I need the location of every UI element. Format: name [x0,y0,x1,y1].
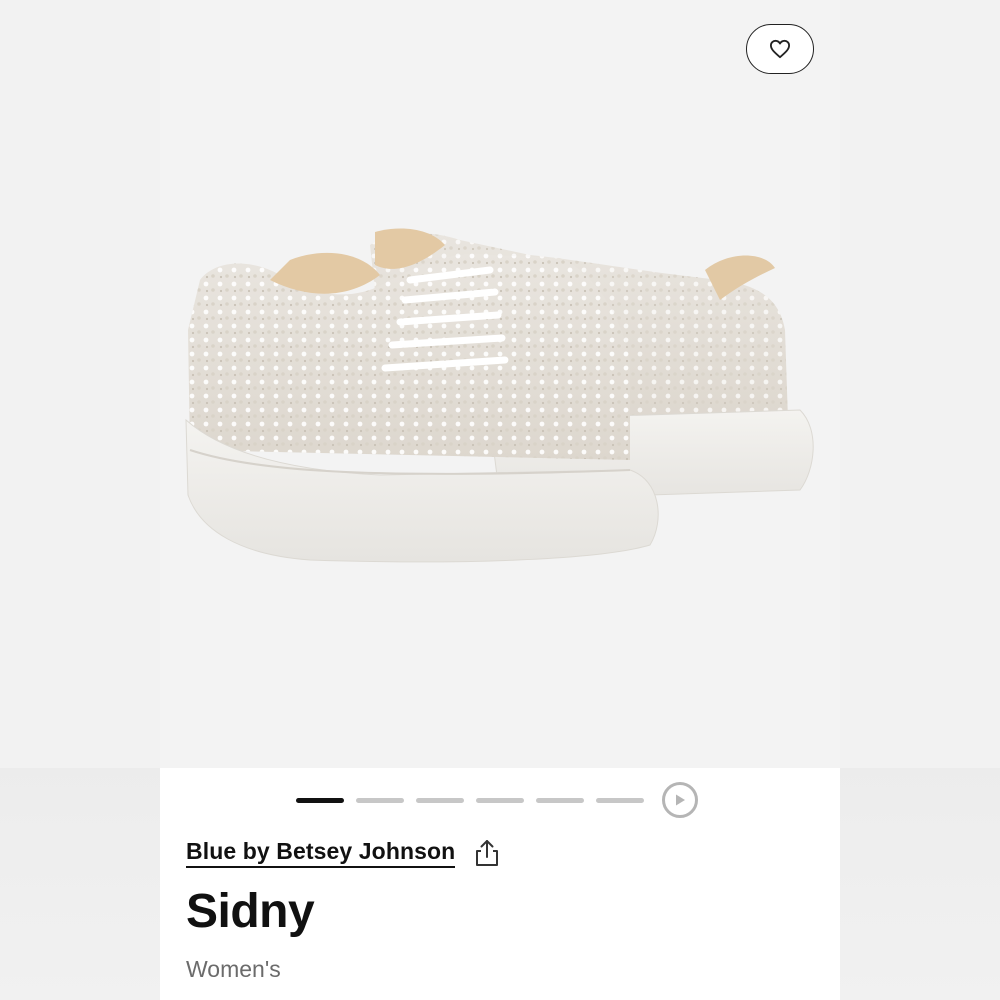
product-image[interactable] [160,0,840,768]
play-video-button[interactable] [662,782,698,818]
pager-dot-2[interactable] [356,797,404,803]
sneakers-photo [185,228,814,563]
brand-link[interactable]: Blue by Betsey Johnson [186,838,456,868]
pager-dot-6[interactable] [596,797,644,803]
brand-row: Blue by Betsey Johnson [186,838,501,868]
favorite-button[interactable] [746,24,814,74]
product-gender: Women's [186,956,281,982]
play-icon [676,794,685,806]
product-name: Sidny [186,885,315,938]
share-icon[interactable] [473,838,501,868]
pager-dot-4[interactable] [476,797,524,803]
image-pager [296,780,698,820]
heart-icon [770,39,790,59]
sneaker-front [185,228,659,563]
pager-dot-3[interactable] [416,797,464,803]
pager-dot-5[interactable] [536,797,584,803]
product-info-panel: Blue by Betsey Johnson Sidny Women's [160,768,840,1000]
product-image-area [0,0,1000,768]
pager-dot-1[interactable] [296,797,344,803]
